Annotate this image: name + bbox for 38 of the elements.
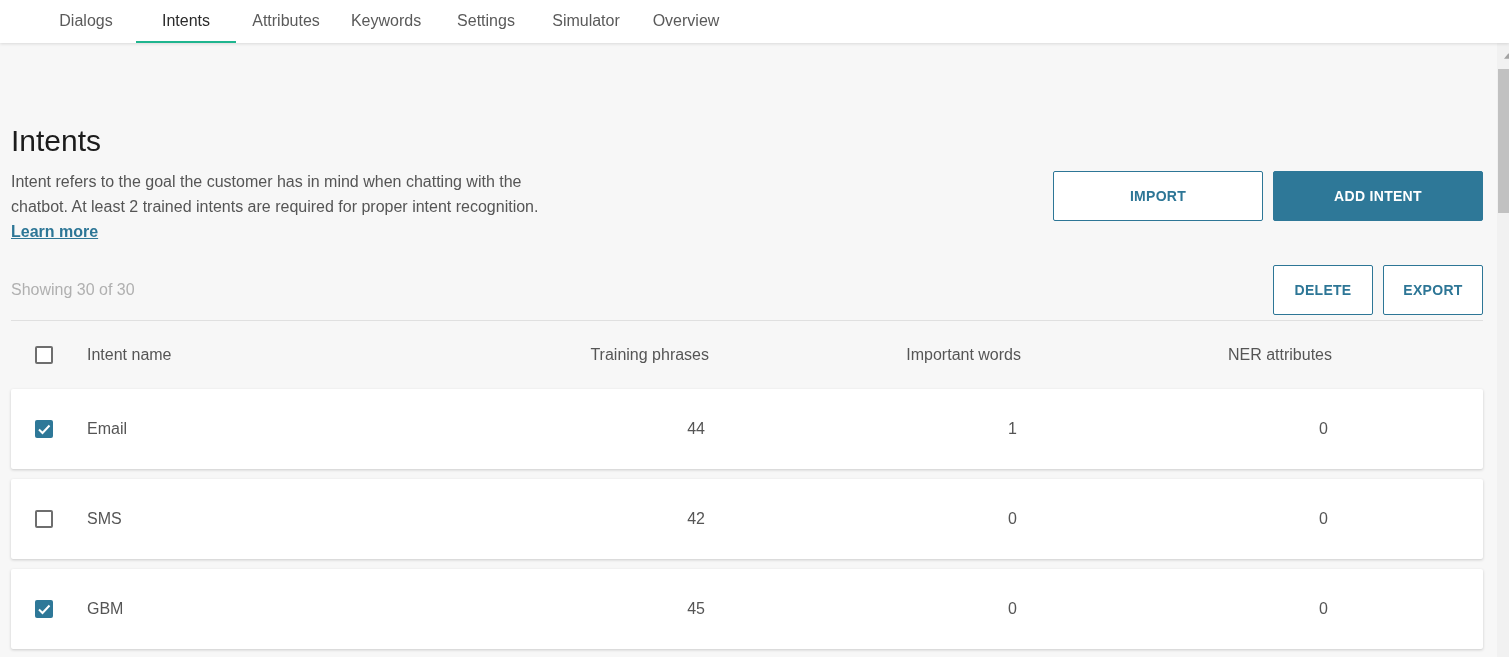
result-count: Showing 30 of 30: [11, 281, 135, 299]
tab[interactable]: Dialogs: [36, 0, 136, 43]
table-cell-text: 0: [1318, 510, 1329, 528]
learn-more-link[interactable]: Learn more: [11, 223, 99, 240]
column-header: Important words: [905, 346, 1021, 364]
table-cell-text: 45: [686, 600, 706, 618]
table-cell-text: Email: [87, 420, 128, 438]
table-cell-text: 42: [686, 510, 706, 528]
tab[interactable]: Attributes: [236, 0, 336, 43]
page-title: Intents: [11, 123, 103, 159]
tab[interactable]: Keywords: [336, 0, 436, 43]
intent-row[interactable]: SMS 42 0 0: [11, 479, 1483, 559]
table-cell-text: 1: [1007, 420, 1018, 438]
column-header: NER attributes: [1226, 346, 1332, 364]
row-checkbox[interactable]: [35, 420, 53, 438]
column-header: Intent name: [87, 346, 173, 364]
tab[interactable]: Overview: [636, 0, 736, 43]
table-action-button[interactable]: EXPORT: [1383, 265, 1483, 315]
table-cell-text: 0: [1318, 420, 1329, 438]
column-header: Training phrases: [589, 346, 709, 364]
description-text: Intent refers to the goal the customer has in mind when chatting with the chatbot. At least 2 trained intents are required for proper intent recognition. Learn more: [11, 172, 540, 242]
table-cell-text: 0: [1007, 600, 1018, 618]
tab[interactable]: Simulator: [536, 0, 636, 43]
import-button[interactable]: IMPORT: [1053, 171, 1263, 221]
row-checkbox[interactable]: [35, 510, 53, 528]
tab[interactable]: Settings: [436, 0, 536, 43]
row-checkbox[interactable]: [35, 600, 53, 618]
table-cell-text: GBM: [87, 600, 125, 618]
intent-row[interactable]: Email 44 1 0: [11, 389, 1483, 469]
table-cell-text: 0: [1318, 600, 1329, 618]
table-cell-text: 44: [686, 420, 706, 438]
table-action-button[interactable]: DELETE: [1273, 265, 1373, 315]
add-intent-button[interactable]: ADD INTENT: [1273, 171, 1483, 221]
select-all-checkbox[interactable]: [35, 346, 53, 364]
table-cell-text: 0: [1007, 510, 1018, 528]
table-cell-text: SMS: [87, 510, 123, 528]
tab[interactable]: Intents: [136, 0, 236, 43]
intent-row[interactable]: GBM 45 0 0: [11, 569, 1483, 649]
